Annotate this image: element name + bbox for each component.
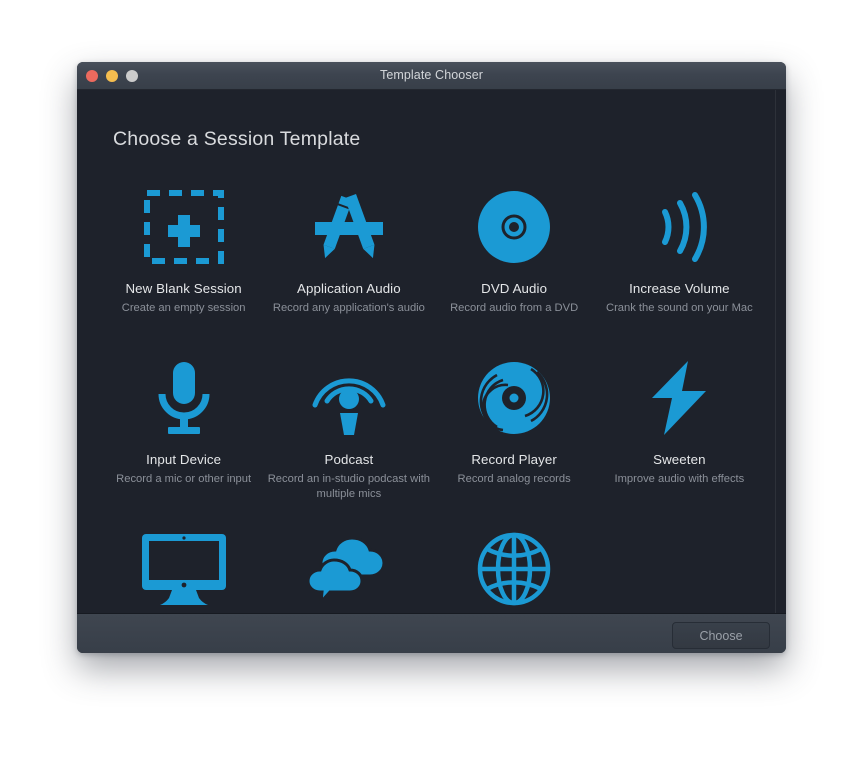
template-name: Record Player	[471, 452, 557, 467]
template-name: DVD Audio	[481, 281, 548, 296]
template-name: Podcast	[324, 452, 374, 467]
increase-volume-icon	[634, 187, 724, 267]
template-desc: Improve audio with effects	[614, 473, 745, 485]
dvd-audio-icon	[469, 187, 559, 267]
template-item-increase-volume[interactable]: Increase Volume Crank the sound on your …	[597, 171, 762, 342]
template-name: Application Audio	[297, 281, 401, 296]
template-item-voice-chat[interactable]: Voice Chat Record VoIP apps like Skype	[266, 513, 431, 613]
choose-button[interactable]: Choose	[672, 622, 770, 649]
template-grid: New Blank Session Create an empty sessio…	[77, 151, 786, 613]
sweeten-icon	[634, 358, 724, 438]
window-content: Choose a Session Template New Blank Sess…	[77, 90, 786, 613]
template-desc: Create an empty session	[121, 302, 246, 314]
new-blank-session-icon	[139, 187, 229, 267]
podcast-icon	[304, 358, 394, 438]
template-desc: Record analog records	[457, 473, 571, 485]
template-item-system-audio[interactable]: System Audio Record all sound on your Ma…	[101, 513, 266, 613]
template-item-sweeten[interactable]: Sweeten Improve audio with effects	[597, 342, 762, 513]
template-item-input-device[interactable]: Input Device Record a mic or other input	[101, 342, 266, 513]
template-desc: Record audio from a DVD	[450, 302, 579, 314]
voice-chat-icon	[304, 529, 394, 609]
template-item-web-audio[interactable]: Web Audio Record from a web browser	[432, 513, 597, 613]
template-name: Increase Volume	[629, 281, 730, 296]
template-desc: Crank the sound on your Mac	[605, 302, 753, 314]
screen: Template Chooser Choose a Session Templa…	[0, 0, 860, 773]
system-audio-icon	[139, 529, 229, 609]
template-item-record-player[interactable]: Record Player Record analog records	[432, 342, 597, 513]
template-desc: Record a mic or other input	[116, 473, 252, 485]
input-device-icon	[139, 358, 229, 438]
template-desc: Record any application's audio	[272, 302, 425, 314]
scrollbar-track[interactable]	[775, 90, 776, 613]
template-item-dvd-audio[interactable]: DVD Audio Record audio from a DVD	[432, 171, 597, 342]
template-name: Input Device	[146, 452, 222, 467]
window-footer: Choose	[77, 613, 786, 653]
page-title: Choose a Session Template	[113, 128, 361, 150]
template-name: Sweeten	[653, 452, 706, 467]
template-item-podcast[interactable]: Podcast Record an in-studio podcast with…	[266, 342, 431, 513]
application-audio-icon	[304, 187, 394, 267]
template-item-application-audio[interactable]: Application Audio Record any application…	[266, 171, 431, 342]
window-titlebar: Template Chooser	[77, 62, 786, 90]
window-title: Template Chooser	[379, 68, 484, 82]
template-desc: Record an in-studio podcast with multipl…	[267, 473, 431, 501]
web-audio-icon	[469, 529, 559, 609]
record-player-icon	[469, 358, 559, 438]
template-chooser-window: Template Chooser Choose a Session Templa…	[77, 62, 786, 653]
template-name: New Blank Session	[125, 281, 242, 296]
template-item-new-blank-session[interactable]: New Blank Session Create an empty sessio…	[101, 171, 266, 342]
